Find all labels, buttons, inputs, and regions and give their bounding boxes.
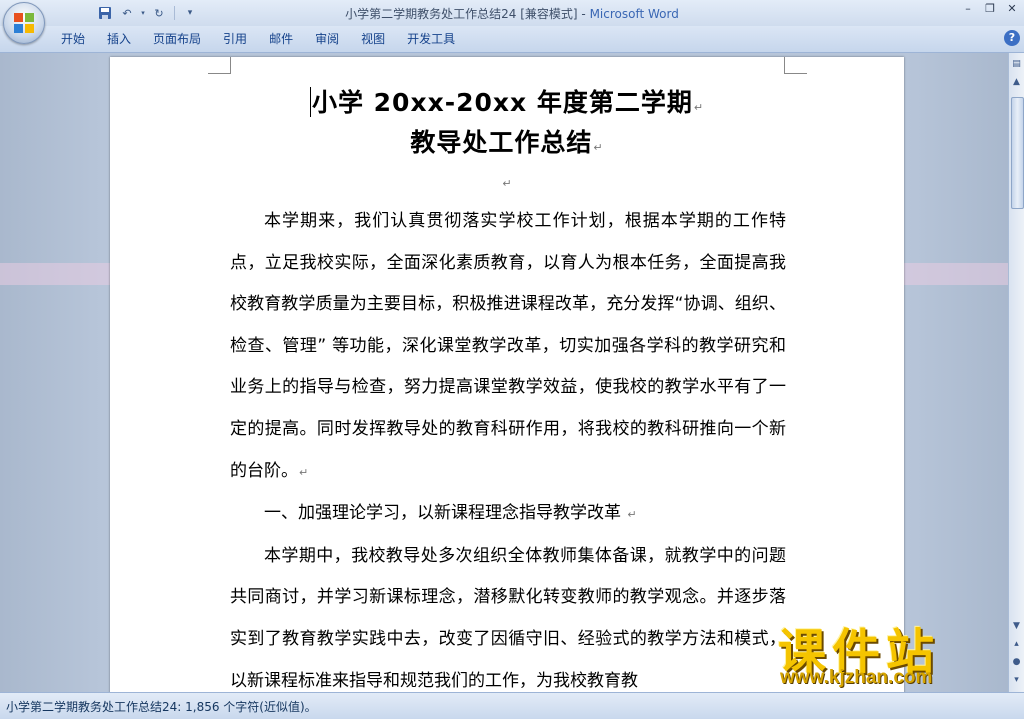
margin-marker-top-left	[208, 57, 231, 74]
tab-view[interactable]: 视图	[350, 31, 396, 47]
scroll-down-icon[interactable]: ▼	[1010, 619, 1023, 633]
tab-home[interactable]: 开始	[50, 31, 96, 47]
window-title: 小学第二学期教务处工作总结24 [兼容模式] - Microsoft Word	[0, 5, 1024, 22]
office-logo-icon	[14, 13, 34, 33]
document-page[interactable]: 小学 20xx-20xx 年度第二学期↵ 教导处工作总结↵ ↵ 本学期来，我们认…	[110, 57, 904, 692]
section-heading: 一、加强理论学习，以新课程理念指导教学改革 ↵	[264, 503, 637, 524]
ribbon-tabs: 开始 插入 页面布局 引用 邮件 审阅 视图 开发工具	[50, 31, 466, 47]
app-name: Microsoft Word	[589, 7, 679, 21]
browse-object-icon[interactable]: ●	[1010, 655, 1023, 669]
paragraph-mark: ↵	[299, 465, 309, 479]
previous-page-icon[interactable]: ▴	[1010, 637, 1023, 651]
document-title-line1[interactable]: 小学 20xx-20xx 年度第二学期↵	[110, 83, 904, 119]
body-paragraph: 本学期中，我校教导处多次组织全体教师集体备课，就教学中的问题共同商讨，并学习新课…	[230, 545, 786, 691]
ruler-toggle-icon[interactable]: ▤	[1010, 57, 1023, 71]
text-cursor	[309, 87, 311, 117]
next-page-icon[interactable]: ▾	[1010, 673, 1023, 687]
office-button[interactable]	[3, 2, 45, 44]
paragraph-mark: ↵	[693, 101, 705, 114]
paragraph-mark: ↵	[593, 141, 604, 154]
status-bar: 小学第二学期教务处工作总结24: 1,856 个字符(近似值)。	[0, 692, 1024, 719]
scrollbar-thumb[interactable]	[1011, 97, 1024, 209]
document-title-line2[interactable]: 教导处工作总结↵	[110, 123, 904, 159]
paragraph-mark: ↵	[627, 508, 637, 522]
document-name: 小学第二学期教务处工作总结24 [兼容模式] -	[345, 7, 590, 21]
title-bar: ↶ ▾ ↻ ▾ 小学第二学期教务处工作总结24 [兼容模式] - Microso…	[0, 0, 1024, 44]
tab-insert[interactable]: 插入	[96, 31, 142, 47]
ribbon-tab-bar: 开始 插入 页面布局 引用 邮件 审阅 视图 开发工具 ?	[0, 26, 1024, 53]
watermark-url: www.kjzhan.com	[780, 667, 933, 688]
document-body[interactable]: 本学期来，我们认真贯彻落实学校工作计划，根据本学期的工作特点，立足我校实际，全面…	[230, 201, 786, 692]
vertical-scrollbar[interactable]: ▤ ▲ ▼ ▴ ● ▾	[1008, 53, 1024, 692]
close-button[interactable]: ✕	[1004, 2, 1020, 16]
tab-references[interactable]: 引用	[212, 31, 258, 47]
scroll-up-icon[interactable]: ▲	[1010, 75, 1023, 89]
window-controls: – ❐ ✕	[960, 2, 1020, 16]
body-paragraph: 本学期来，我们认真贯彻落实学校工作计划，根据本学期的工作特点，立足我校实际，全面…	[230, 211, 786, 481]
margin-marker-top-right	[784, 57, 807, 74]
tab-developer[interactable]: 开发工具	[396, 31, 466, 47]
help-icon[interactable]: ?	[1004, 30, 1020, 46]
minimize-button[interactable]: –	[960, 2, 976, 16]
tab-review[interactable]: 审阅	[304, 31, 350, 47]
restore-button[interactable]: ❐	[982, 2, 998, 16]
document-workspace: 小学 20xx-20xx 年度第二学期↵ 教导处工作总结↵ ↵ 本学期来，我们认…	[0, 53, 1008, 692]
tab-page-layout[interactable]: 页面布局	[142, 31, 212, 47]
paragraph-mark: ↵	[502, 177, 512, 190]
status-text: 小学第二学期教务处工作总结24: 1,856 个字符(近似值)。	[6, 700, 317, 714]
tab-mailings[interactable]: 邮件	[258, 31, 304, 47]
